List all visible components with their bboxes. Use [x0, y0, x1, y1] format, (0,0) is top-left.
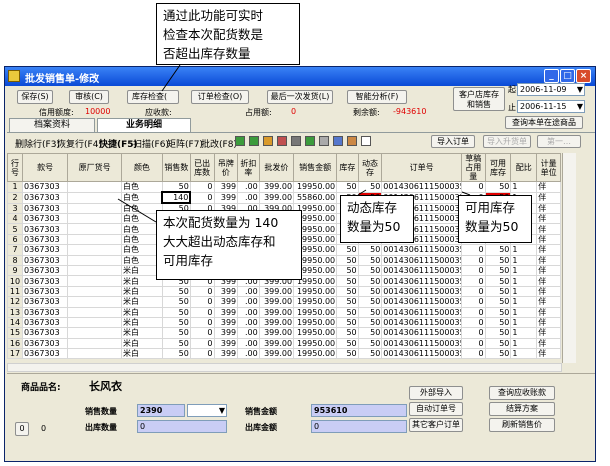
callout-pointers [117, 64, 471, 223]
pointer-dynamic [357, 189, 367, 196]
pointer-available [461, 191, 471, 196]
pointer-stock-check [161, 64, 181, 92]
pointer-quantity [117, 198, 157, 223]
